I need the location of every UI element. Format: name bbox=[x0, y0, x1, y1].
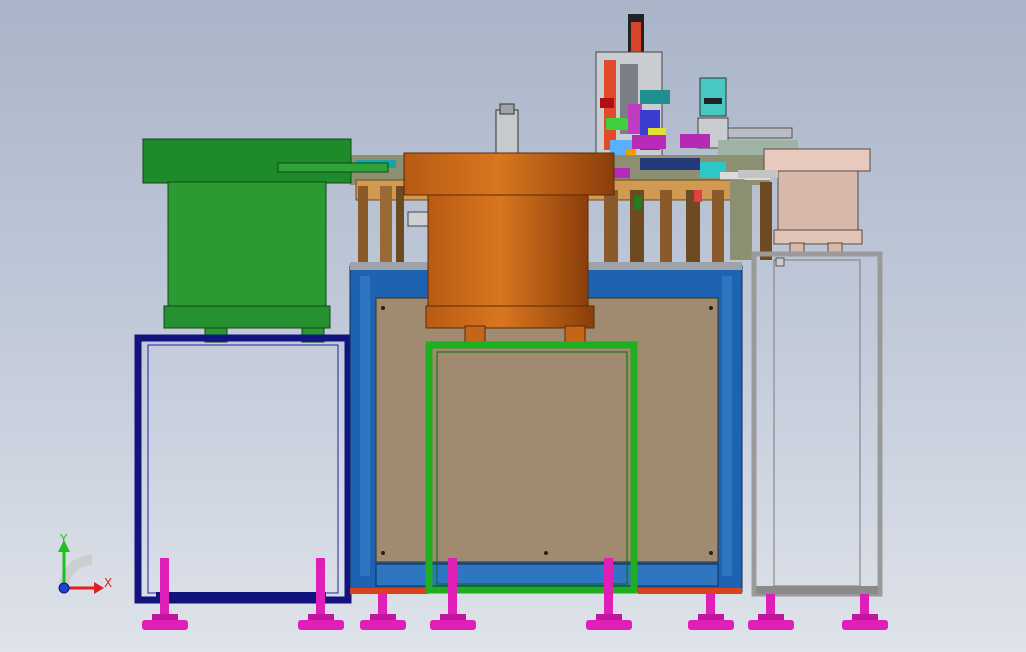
foot-8 bbox=[842, 594, 888, 630]
axis-triad[interactable] bbox=[58, 540, 104, 594]
center-vibratory-feeder[interactable] bbox=[403, 152, 615, 343]
foot-6 bbox=[688, 594, 734, 630]
assembly-drawing bbox=[58, 14, 888, 630]
z-axis-dot bbox=[58, 582, 70, 594]
foot-7 bbox=[748, 594, 794, 630]
y-axis-label: Y bbox=[60, 532, 68, 546]
cad-model-viewport[interactable]: Y X bbox=[0, 0, 1026, 652]
right-stand[interactable] bbox=[751, 251, 883, 597]
x-axis-arrow bbox=[94, 582, 104, 594]
x-axis-label: X bbox=[104, 576, 113, 590]
foot-3 bbox=[360, 594, 406, 630]
